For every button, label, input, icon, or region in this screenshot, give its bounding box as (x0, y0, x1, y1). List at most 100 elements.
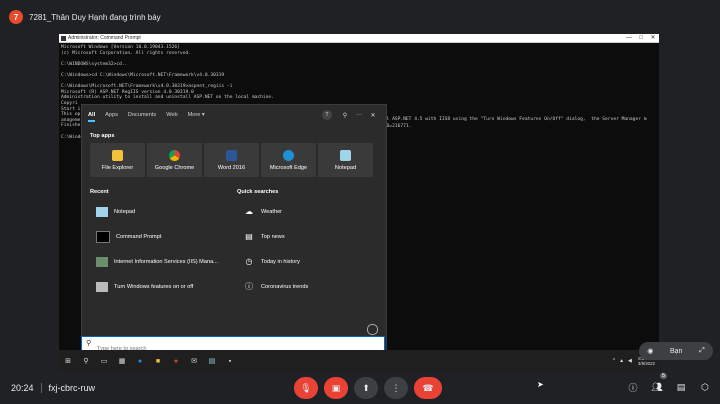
activities-button[interactable]: ⬡ (698, 380, 712, 394)
windows-start-icon[interactable]: ⊞ (59, 352, 77, 370)
edge-icon[interactable]: ● (131, 352, 149, 370)
mic-toggle-button[interactable]: 🎙︎ (294, 377, 318, 399)
chrome-icon[interactable]: ● (167, 352, 185, 370)
quick-item-top-news[interactable]: ▤ Top news (243, 224, 373, 249)
app-tile-file-explorer[interactable]: File Explorer (90, 143, 145, 177)
account-avatar[interactable]: T (322, 110, 332, 120)
search-tabs: All Apps Documents Web More ▾ T ⚲ ··· ✕ (82, 105, 386, 125)
recent-heading: Recent (90, 189, 109, 195)
meeting-time: 20:24 (11, 383, 34, 393)
info-icon: ⓘ (628, 382, 638, 393)
shared-screen: Administrator: Command Prompt — □ ✕ Micr… (59, 34, 659, 372)
quick-item-coronavirus[interactable]: ⓘ Coronavirus trends (243, 274, 373, 299)
meet-side-controls: ⓘ 👥︎ 5 ▤ ⬡ (626, 373, 712, 394)
recent-list: Notepad Command Prompt Internet Informat… (96, 199, 226, 299)
network-icon[interactable]: ▲ (619, 358, 624, 364)
recent-item-notepad[interactable]: Notepad (96, 199, 226, 224)
app-tile-google-chrome[interactable]: Google Chrome (147, 143, 202, 177)
meeting-code: fxj-cbrc-ruw (48, 383, 96, 393)
mic-off-icon: 🎙︎ (300, 382, 312, 393)
camera-toggle-button[interactable]: ▣ (324, 377, 348, 399)
top-apps: File Explorer Google Chrome Word 2016 Mi… (90, 143, 373, 177)
cmd-title-bar: Administrator: Command Prompt — □ ✕ (59, 34, 659, 43)
meeting-details-button[interactable]: ⓘ (626, 380, 640, 394)
app-tile-word[interactable]: Word 2016 (204, 143, 259, 177)
self-view-chip[interactable]: ◉ Bạn ⤢ (639, 342, 713, 360)
people-icon: 👥︎ (651, 381, 663, 392)
search-icon[interactable]: ⚲ (77, 352, 95, 370)
presenter-avatar: 7 (9, 10, 23, 24)
tab-apps[interactable]: Apps (105, 112, 118, 118)
clock-date: 3/9/2022 (637, 361, 655, 366)
recent-item-windows-features[interactable]: Turn Windows features on or off (96, 274, 226, 299)
tab-web[interactable]: Web (166, 112, 177, 118)
info-icon: ⓘ (245, 282, 253, 291)
list-item-label: Command Prompt (116, 233, 162, 240)
recent-item-command-prompt[interactable]: Command Prompt (96, 224, 226, 249)
volume-icon[interactable]: ◀ (628, 358, 632, 364)
news-icon: ▤ (245, 232, 253, 241)
weather-icon: ☁ (245, 207, 253, 216)
chrome-icon (169, 149, 180, 161)
close-button[interactable]: ✕ (647, 34, 659, 42)
meet-top-bar: 7 7281_Thân Duy Hạnh đang trình bày (0, 0, 720, 34)
iis-icon (96, 256, 108, 267)
list-item-label: Top news (261, 233, 285, 240)
presenter-chip: 7 7281_Thân Duy Hạnh đang trình bày (9, 9, 161, 25)
app-tile-edge[interactable]: Microsoft Edge (261, 143, 316, 177)
expand-icon[interactable]: ⤢ (699, 347, 705, 355)
notepad-icon[interactable]: ▤ (203, 352, 221, 370)
app-tile-label: Notepad (334, 164, 357, 171)
presenter-label: 7281_Thân Duy Hạnh đang trình bày (29, 12, 161, 22)
file-explorer-icon[interactable]: ■ (149, 352, 167, 370)
list-item-label: Notepad (114, 208, 136, 215)
more-options-button[interactable]: ⋮ (384, 377, 408, 399)
present-icon: ⬆ (362, 382, 370, 393)
chat-icon: ▤ (676, 381, 686, 392)
cmd-title: Administrator: Command Prompt (68, 35, 141, 41)
list-item-label: Today in history (261, 258, 300, 265)
word-icon (226, 149, 237, 161)
more-vert-icon: ⋮ (391, 382, 401, 393)
windows-taskbar: ⊞ ⚲ ▭ ▦ ● ■ ● ✉ ▤ ▪ ^ ▲ ◀ 8:24 PM 3/9/20… (59, 350, 659, 372)
more-options-icon[interactable]: ··· (352, 112, 366, 118)
cmd-icon[interactable]: ▪ (221, 352, 239, 370)
camera-search-icon[interactable] (367, 324, 378, 335)
quick-item-today-in-history[interactable]: ◷ Today in history (243, 249, 373, 274)
mic-off-icon: ◉ (647, 348, 654, 355)
call-controls: 🎙︎ ▣ ⬆ ⋮ ☎ (294, 377, 442, 399)
search-icon: ⚲ (86, 340, 92, 347)
activities-icon: ⬡ (701, 381, 709, 392)
list-item-label: Turn Windows features on or off (114, 283, 194, 290)
widgets-icon[interactable]: ▦ (113, 352, 131, 370)
present-button[interactable]: ⬆ (354, 377, 378, 399)
close-icon[interactable]: ✕ (366, 112, 380, 119)
participant-count-badge: 5 (659, 373, 667, 379)
mouse-cursor-icon: ➤ (537, 380, 544, 389)
quick-item-weather[interactable]: ☁ Weather (243, 199, 373, 224)
tab-all[interactable]: All (88, 112, 96, 122)
mail-icon[interactable]: ✉ (185, 352, 203, 370)
divider (40, 383, 42, 393)
feedback-icon[interactable]: ⚲ (338, 112, 352, 119)
edge-icon (283, 149, 294, 161)
camera-off-icon: ▣ (331, 382, 341, 393)
top-apps-heading: Top apps (90, 133, 115, 139)
maximize-button[interactable]: □ (635, 34, 647, 42)
minimize-button[interactable]: — (623, 34, 635, 42)
leave-call-button[interactable]: ☎ (414, 377, 442, 399)
chat-button[interactable]: ▤ (674, 380, 688, 394)
app-tile-notepad[interactable]: Notepad (318, 143, 373, 177)
features-icon (96, 281, 108, 292)
recent-item-iis[interactable]: Internet Information Services (IIS) Mana… (96, 249, 226, 274)
meet-bottom-bar: 20:24 fxj-cbrc-ruw 🎙︎ ▣ ⬆ ⋮ ☎ ⓘ 👥︎ 5 ▤ ⬡ (0, 372, 720, 404)
list-item-label: Weather (261, 208, 283, 215)
task-view-icon[interactable]: ▭ (95, 352, 113, 370)
command-prompt-window: Administrator: Command Prompt — □ ✕ Micr… (59, 34, 659, 355)
tab-documents[interactable]: Documents (128, 112, 156, 118)
tab-more[interactable]: More ▾ (188, 112, 205, 118)
chevron-up-icon[interactable]: ^ (613, 358, 615, 364)
people-button[interactable]: 👥︎ 5 (650, 373, 667, 394)
list-item-label: Internet Information Services (IIS) Mana… (114, 258, 218, 265)
start-search-menu: All Apps Documents Web More ▾ T ⚲ ··· ✕ … (81, 104, 387, 352)
